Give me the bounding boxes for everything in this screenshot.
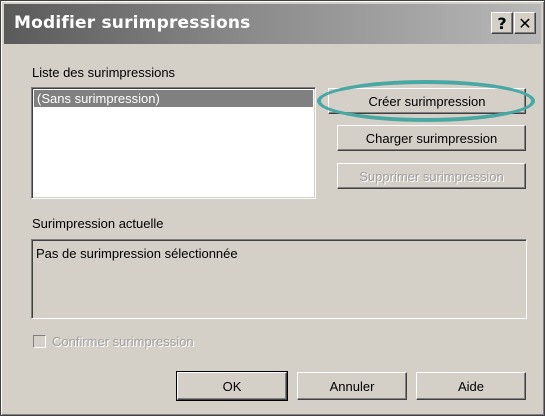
overlay-listbox[interactable]: (Sans surimpression) xyxy=(31,87,316,199)
title-bar[interactable]: Modifier surimpressions ? ✕ xyxy=(4,4,541,44)
ok-button[interactable]: OK xyxy=(176,371,288,401)
cancel-button[interactable]: Annuler xyxy=(297,372,407,400)
current-overlay-box: Pas de surimpression sélectionnée xyxy=(31,239,527,319)
delete-overlay-button[interactable]: Supprimer surimpression xyxy=(337,163,526,189)
load-overlay-button[interactable]: Charger surimpression xyxy=(337,125,526,151)
overlay-list-label: Liste des surimpressions xyxy=(32,65,176,80)
confirm-overlay-checkbox[interactable] xyxy=(33,335,46,348)
confirm-overlay-row: Confirmer surimpression xyxy=(33,334,194,349)
create-overlay-button[interactable]: Créer surimpression xyxy=(328,88,526,114)
window-title: Modifier surimpressions xyxy=(14,13,251,33)
list-item[interactable]: (Sans surimpression) xyxy=(34,90,313,107)
current-overlay-label: Surimpression actuelle xyxy=(32,216,164,231)
confirm-overlay-label: Confirmer surimpression xyxy=(52,334,194,349)
help-button[interactable]: Aide xyxy=(416,372,526,400)
help-icon[interactable]: ? xyxy=(491,12,513,34)
current-overlay-value: Pas de surimpression sélectionnée xyxy=(36,246,238,261)
close-icon[interactable]: ✕ xyxy=(514,12,536,34)
dialog-window: Modifier surimpressions ? ✕ Liste des su… xyxy=(0,0,545,416)
